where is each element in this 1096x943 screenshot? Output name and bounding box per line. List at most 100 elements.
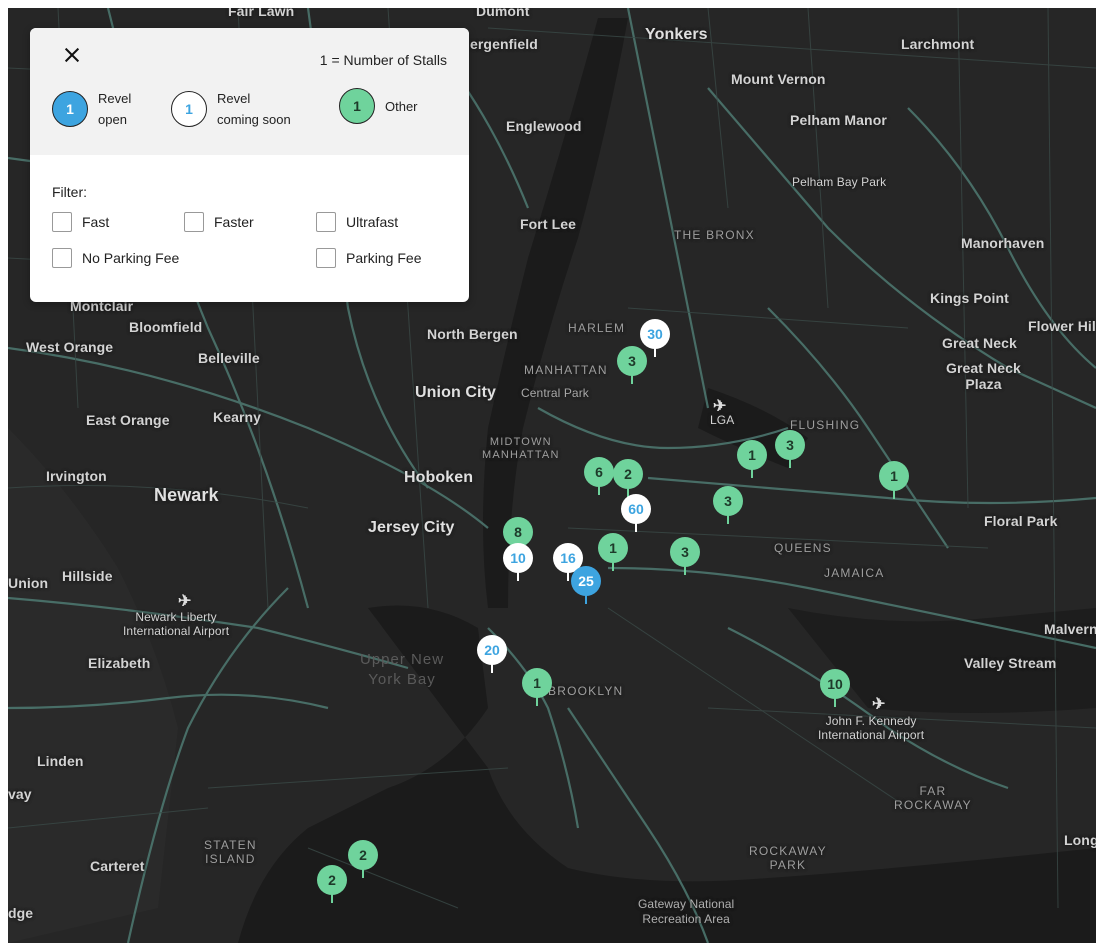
station-marker[interactable]: 2 [613,459,643,497]
label-far-rockaway-line2: ROCKAWAY [894,798,972,812]
label-harlem: HARLEM [568,321,626,335]
label-malverne: Malvern [1044,621,1096,637]
station-marker[interactable]: 10 [503,543,533,581]
label-englewood: Englewood [506,118,582,134]
label-union-city: Union City [415,384,496,401]
label-dumont: Dumont [476,8,530,19]
filter-faster-checkbox[interactable]: Faster [184,212,254,232]
label-edge: dge [8,905,34,921]
filter-parking-fee-checkbox[interactable]: Parking Fee [316,248,421,268]
label-rockaway-park: ROCKAWAY PARK [749,844,827,872]
label-great-neck-plaza-line2: Plaza [965,376,1002,392]
label-hoboken: Hoboken [404,469,474,486]
label-flower-hill: Flower Hil [1028,318,1096,334]
label-pelham-bay-park: Pelham Bay Park [792,175,887,189]
label-gateway: Gateway National Recreation Area [638,897,734,927]
label-carteret: Carteret [90,858,145,874]
label-the-bronx: THE BRONX [674,228,755,242]
station-marker[interactable]: 3 [617,346,647,384]
filter-ultrafast-checkbox[interactable]: Ultrafast [316,212,398,232]
newark-airport-icon: ✈ [178,593,192,610]
label-great-neck-plaza-line1: Great Neck [946,360,1021,376]
label-jamaica: JAMAICA [824,566,885,580]
label-far-rockaway-line1: FAR [919,784,947,798]
station-marker[interactable]: 60 [621,494,651,532]
label-midtown-line1: MIDTOWN [489,436,552,448]
jfk-airport-icon: ✈ [872,696,886,713]
revel-open-icon: 1 [52,91,88,127]
label-newark-airport-line2: International Airport [123,624,230,638]
station-marker[interactable]: 20 [477,635,507,673]
station-marker[interactable]: 3 [713,486,743,524]
legend-label: Revel coming soon [217,88,291,130]
label-long: Long [1064,832,1096,848]
legend-label-line2: coming soon [217,112,291,127]
filter-title: Filter: [52,184,87,200]
station-marker[interactable]: 2 [348,840,378,878]
station-marker[interactable]: 10 [820,669,850,707]
label-belleville: Belleville [198,350,260,366]
close-icon[interactable] [60,44,84,68]
checkbox-box[interactable] [52,248,72,268]
label-bloomfield: Bloomfield [129,319,203,335]
label-central-park: Central Park [521,386,589,400]
stalls-note: 1 = Number of Stalls [319,52,447,68]
label-newark-airport-line1: Newark Liberty [135,610,217,624]
filter-label: Faster [214,214,254,230]
label-gateway-line1: Gateway National [638,897,735,911]
label-jersey-city: Jersey City [368,519,455,536]
label-kings-point: Kings Point [930,290,1009,306]
station-marker[interactable]: 3 [670,537,700,575]
label-staten-island: STATEN ISLAND [204,838,257,866]
label-kearny: Kearny [213,409,262,425]
label-larchmont: Larchmont [901,36,975,52]
label-far-rockaway: FAR ROCKAWAY [894,784,972,812]
label-irvington: Irvington [46,468,107,484]
label-flushing: FLUSHING [790,418,861,432]
legend-item-other: 1 Other [339,88,418,124]
station-marker[interactable]: 6 [584,457,614,495]
filter-fast-checkbox[interactable]: Fast [52,212,109,232]
label-upper-bay-line1: Upper New [360,651,445,668]
label-north-bergen: North Bergen [427,326,518,342]
label-hillside: Hillside [62,568,113,584]
legend-item-revel-coming-soon: 1 Revel coming soon [171,88,291,130]
legend-header: 1 = Number of Stalls 1 Revel open 1 Reve… [30,28,469,155]
label-pelham-manor: Pelham Manor [790,112,887,128]
label-rockaway-park-line1: ROCKAWAY [749,844,827,858]
station-marker[interactable]: 1 [879,461,909,499]
label-valley-stream: Valley Stream [964,655,1057,671]
station-marker[interactable]: 1 [737,440,767,478]
label-mount-vernon: Mount Vernon [731,71,826,87]
legend-label-line1: Revel [98,91,132,106]
filter-label: No Parking Fee [82,250,180,266]
label-elizabeth: Elizabeth [88,655,151,671]
station-marker[interactable]: 25 [571,566,601,604]
label-way: vay [8,786,32,802]
filter-label: Fast [82,214,110,230]
label-floral-park: Floral Park [984,513,1058,529]
other-station-icon: 1 [339,88,375,124]
filter-no-parking-fee-checkbox[interactable]: No Parking Fee [52,248,179,268]
checkbox-box[interactable] [316,248,336,268]
checkbox-box[interactable] [316,212,336,232]
checkbox-box[interactable] [52,212,72,232]
label-upper-bay-line2: York Bay [368,671,436,688]
label-lga: LGA [710,413,735,427]
station-marker[interactable]: 1 [522,668,552,706]
label-gateway-line2: Recreation Area [642,912,730,926]
legend-label-line1: Revel [217,91,251,106]
station-marker[interactable]: 30 [640,319,670,357]
filter-label: Parking Fee [346,250,422,266]
label-east-orange: East Orange [86,412,170,428]
station-marker[interactable]: 1 [598,533,628,571]
legend-item-revel-open: 1 Revel open [52,88,131,130]
label-upper-new-york-bay: Upper New York Bay [360,650,444,690]
checkbox-box[interactable] [184,212,204,232]
label-union: Union [8,575,49,591]
station-marker[interactable]: 2 [317,865,347,903]
label-yonkers: Yonkers [645,26,708,43]
label-newark: Newark [154,485,219,505]
station-marker[interactable]: 3 [775,430,805,468]
label-manhattan: MANHATTAN [524,363,608,377]
